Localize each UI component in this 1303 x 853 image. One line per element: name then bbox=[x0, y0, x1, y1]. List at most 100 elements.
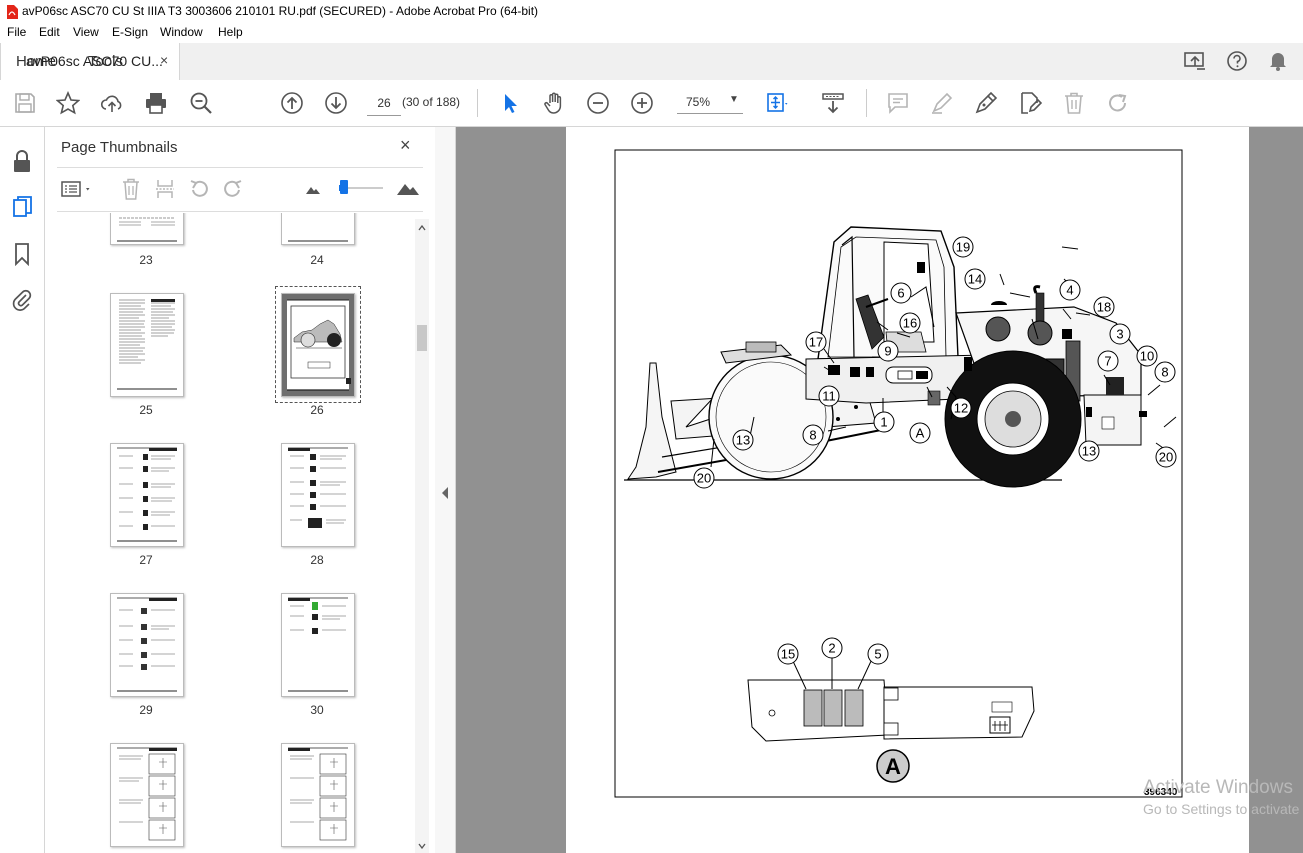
zoom-level-select[interactable]: 75% ▼ bbox=[677, 91, 743, 114]
page-thumbnail-28[interactable] bbox=[281, 443, 355, 547]
comment-icon[interactable] bbox=[886, 91, 910, 115]
zoom-in-icon[interactable] bbox=[630, 91, 654, 115]
thumbnail-label-24: 24 bbox=[310, 253, 324, 267]
zoom-level-value: 75% bbox=[686, 95, 711, 109]
draw-pen-icon[interactable] bbox=[974, 91, 998, 115]
thumbnail-options-menu-icon[interactable] bbox=[61, 179, 95, 199]
page-thumbnails-panel: Page Thumbnails × 23 24 25 26 27 28 29 3… bbox=[45, 127, 436, 853]
callout-13-rear: 13 bbox=[1078, 440, 1100, 462]
callout-12-label: 12 bbox=[954, 401, 968, 416]
larger-thumbnails-icon[interactable] bbox=[396, 180, 420, 196]
lock-icon[interactable] bbox=[11, 149, 33, 173]
hand-pan-icon[interactable] bbox=[542, 91, 566, 115]
menu-edit[interactable]: Edit bbox=[39, 25, 60, 39]
extract-pages-icon[interactable] bbox=[155, 178, 175, 200]
thumbnail-label-26: 26 bbox=[310, 403, 324, 417]
edit-pdf-icon[interactable] bbox=[1018, 91, 1042, 115]
callout-1-label: 1 bbox=[880, 415, 887, 430]
notifications-bell-icon[interactable] bbox=[1268, 50, 1288, 72]
page-thumbnail-31[interactable] bbox=[110, 743, 184, 847]
bookmark-star-icon[interactable] bbox=[56, 91, 80, 115]
upload-cloud-icon[interactable] bbox=[100, 91, 124, 115]
panel-collapse-strip[interactable] bbox=[435, 127, 456, 853]
callout-17: 17 bbox=[805, 331, 827, 353]
scroll-down-arrow-icon[interactable] bbox=[418, 843, 426, 849]
menu-esign[interactable]: E-Sign bbox=[112, 25, 148, 39]
zoom-out-icon[interactable] bbox=[586, 91, 610, 115]
callout-8-front-label: 8 bbox=[809, 428, 816, 443]
page-26-preview bbox=[287, 299, 351, 391]
callout-1: 1 bbox=[873, 411, 895, 433]
page-32-preview bbox=[288, 747, 348, 841]
menu-help[interactable]: Help bbox=[218, 25, 243, 39]
callout-3-label: 3 bbox=[1116, 327, 1123, 342]
scrolling-mode-icon[interactable] bbox=[821, 91, 845, 115]
menu-file[interactable]: File bbox=[7, 25, 26, 39]
page-count-label: (30 of 188) bbox=[402, 95, 461, 109]
delete-trash-icon[interactable] bbox=[1062, 91, 1086, 115]
page-thumbnail-24[interactable] bbox=[281, 213, 355, 245]
acrobat-app-icon bbox=[7, 5, 18, 19]
callout-10-label: 10 bbox=[1140, 349, 1154, 364]
share-screen-icon[interactable] bbox=[1183, 50, 1207, 72]
next-page-icon[interactable] bbox=[324, 91, 348, 115]
callout-20-front: 20 bbox=[693, 467, 715, 489]
help-icon[interactable] bbox=[1226, 50, 1248, 72]
zoom-search-icon[interactable] bbox=[189, 91, 213, 115]
attachments-paperclip-icon[interactable] bbox=[12, 287, 32, 311]
fit-page-icon[interactable] bbox=[765, 91, 789, 115]
page-25-preview bbox=[117, 299, 177, 390]
delete-pages-icon[interactable] bbox=[121, 178, 141, 200]
bookmarks-icon[interactable] bbox=[13, 242, 31, 266]
select-cursor-icon[interactable] bbox=[498, 91, 522, 115]
callout-3: 3 bbox=[1109, 323, 1131, 345]
document-view[interactable]: 19 14 6 16 4 18 3 17 9 7 10 8 11 12 1 A … bbox=[456, 127, 1303, 853]
thumbnail-scrollbar[interactable] bbox=[415, 219, 429, 853]
thumbnail-size-slider-thumb[interactable] bbox=[340, 180, 348, 194]
rotate-clockwise-icon[interactable] bbox=[222, 178, 244, 200]
callout-13-rear-label: 13 bbox=[1082, 444, 1096, 459]
main-toolbar: (30 of 188) 75% ▼ bbox=[0, 80, 1303, 127]
page-thumbnail-23[interactable] bbox=[110, 213, 184, 245]
page-thumbnail-29[interactable] bbox=[110, 593, 184, 697]
chevron-down-icon: ▼ bbox=[729, 94, 739, 105]
menu-window[interactable]: Window bbox=[160, 25, 203, 39]
callout-20-rear-label: 20 bbox=[1159, 450, 1173, 465]
page-thumbnails-icon[interactable] bbox=[12, 195, 34, 219]
page-23-preview bbox=[117, 217, 177, 242]
activate-windows-watermark: Activate Windows bbox=[1143, 777, 1293, 798]
highlight-pen-icon[interactable] bbox=[930, 91, 954, 115]
menu-view[interactable]: View bbox=[73, 25, 99, 39]
callout-5-label: 5 bbox=[874, 647, 881, 662]
previous-page-icon[interactable] bbox=[280, 91, 304, 115]
redo-icon[interactable] bbox=[1106, 91, 1130, 115]
callout-6: 6 bbox=[890, 282, 912, 304]
callout-13-front-label: 13 bbox=[736, 433, 750, 448]
page-thumbnail-27[interactable] bbox=[110, 443, 184, 547]
page-thumbnail-32[interactable] bbox=[281, 743, 355, 847]
collapse-panel-arrow-icon[interactable] bbox=[442, 487, 449, 499]
callout-20-rear: 20 bbox=[1155, 446, 1177, 468]
close-panel-icon[interactable]: × bbox=[400, 135, 411, 156]
callout-13-front: 13 bbox=[732, 429, 754, 451]
scroll-up-arrow-icon[interactable] bbox=[418, 225, 426, 231]
page-thumbnail-30[interactable] bbox=[281, 593, 355, 697]
callout-14: 14 bbox=[964, 268, 986, 290]
tab-document-label: avP06sc ASC70 CU... bbox=[26, 53, 163, 69]
page-number-input[interactable] bbox=[367, 91, 401, 116]
thumbnail-label-28: 28 bbox=[310, 553, 324, 567]
callout-16: 16 bbox=[899, 312, 921, 334]
smaller-thumbnails-icon[interactable] bbox=[305, 183, 321, 195]
rotate-counterclockwise-icon[interactable] bbox=[188, 178, 210, 200]
save-icon[interactable] bbox=[13, 91, 37, 115]
close-tab-icon[interactable]: × bbox=[160, 52, 168, 68]
page-thumbnail-26[interactable] bbox=[281, 293, 355, 397]
scrollbar-thumb[interactable] bbox=[417, 325, 427, 351]
callout-7: 7 bbox=[1097, 350, 1119, 372]
print-icon[interactable] bbox=[144, 91, 168, 115]
callout-2: 2 bbox=[821, 637, 843, 659]
callout-20-front-label: 20 bbox=[697, 471, 711, 486]
page-27-preview bbox=[117, 447, 177, 542]
page-thumbnail-25[interactable] bbox=[110, 293, 184, 397]
callout-16-label: 16 bbox=[903, 316, 917, 331]
